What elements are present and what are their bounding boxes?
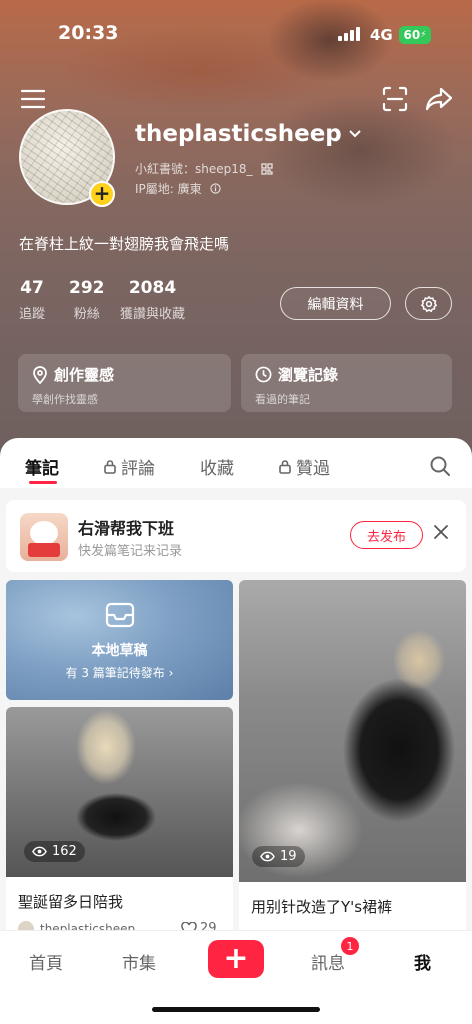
tab-collections[interactable]: 收藏 (200, 454, 234, 479)
post-image[interactable]: 19 (239, 580, 466, 882)
clock-icon (255, 366, 272, 383)
active-tab-indicator (29, 481, 57, 484)
nav-messages[interactable]: 訊息 (311, 949, 345, 974)
post-card-body[interactable]: 聖誕留多日陪我 theplasticsheep 29 (6, 877, 233, 930)
notes-section: 筆記 評論 收藏 贊過 右滑帮我下班 快发篇笔记来记录 去发布 本地草稿 有 3… (0, 438, 472, 930)
card-browse-history[interactable]: 瀏覽記錄 看過的筆記 (241, 354, 452, 412)
nav-home[interactable]: 首頁 (29, 949, 63, 974)
message-badge: 1 (341, 937, 359, 955)
qrcode-icon[interactable] (260, 162, 273, 175)
username[interactable]: theplasticsheep (135, 121, 362, 147)
signal-icon (338, 27, 360, 41)
promo-banner[interactable]: 右滑帮我下班 快发篇笔记来记录 去发布 (6, 500, 466, 572)
post-card-body[interactable]: 用别针改造了Y's裙裤 (239, 882, 466, 930)
profile-tabs: 筆記 評論 收藏 贊過 (0, 438, 472, 488)
battery-icon: 60 ⚡ (399, 26, 431, 44)
status-time: 20:33 (58, 22, 119, 44)
publish-button[interactable]: 去发布 (350, 521, 423, 549)
add-avatar-icon[interactable]: + (89, 181, 115, 207)
network-type: 4G (370, 26, 393, 44)
stat-likes-collections[interactable]: 2084 獲讚與收藏 (120, 278, 185, 322)
lock-icon (279, 460, 291, 474)
post-title: 聖誕留多日陪我 (18, 893, 124, 911)
share-icon[interactable] (424, 84, 454, 114)
stat-following[interactable]: 47 追蹤 (19, 278, 45, 322)
red-id: 小紅書號：sheep18_ (135, 160, 273, 177)
create-post-button[interactable]: + (208, 940, 264, 978)
search-icon[interactable] (429, 455, 451, 481)
tab-comments[interactable]: 評論 (103, 454, 155, 479)
ip-location: IP屬地: 廣東 (135, 180, 221, 197)
view-count: 19 (252, 846, 305, 867)
local-drafts-card[interactable]: 本地草稿 有 3 篇筆記待發布 › (6, 580, 233, 700)
post-author[interactable]: theplasticsheep (18, 921, 135, 930)
tab-notes[interactable]: 筆記 (25, 454, 59, 479)
nav-market[interactable]: 市集 (122, 949, 156, 974)
eye-icon (32, 846, 47, 857)
location-pin-icon (33, 365, 47, 384)
post-image[interactable]: 162 (6, 707, 233, 877)
info-icon[interactable] (210, 183, 221, 194)
close-icon[interactable] (433, 524, 449, 544)
drafts-subtitle: 有 3 篇筆記待發布 › (65, 666, 174, 680)
profile-header: 20:33 4G 60 ⚡ + theplasticsheep 小紅書號：shee… (0, 0, 472, 470)
eye-icon (260, 851, 275, 862)
card-creation-inspiration[interactable]: 創作靈感 學創作找靈感 (18, 354, 231, 412)
promo-title: 右滑帮我下班 (78, 519, 175, 538)
edit-profile-button[interactable]: 編輯資料 (280, 287, 391, 320)
heart-icon (181, 921, 197, 930)
promo-mascot-image (20, 513, 68, 561)
view-count: 162 (24, 841, 85, 862)
promo-subtitle: 快发篇笔记来记录 (78, 544, 183, 559)
avatar (18, 921, 34, 930)
home-indicator[interactable] (152, 1007, 320, 1012)
tab-liked[interactable]: 贊過 (278, 454, 330, 479)
settings-button[interactable] (405, 287, 452, 320)
inbox-icon (105, 602, 135, 632)
scan-icon[interactable] (380, 84, 410, 114)
bio: 在脊柱上紋一對翅膀我會飛走嗎 (19, 235, 230, 253)
menu-icon[interactable] (18, 84, 48, 114)
gear-icon (420, 295, 437, 312)
drafts-title: 本地草稿 (91, 643, 148, 659)
lock-icon (104, 460, 116, 474)
chevron-down-icon (349, 130, 361, 138)
stat-followers[interactable]: 292 粉絲 (69, 278, 105, 322)
like-button[interactable]: 29 (181, 921, 217, 930)
post-title: 用别针改造了Y's裙裤 (251, 898, 393, 916)
nav-me[interactable]: 我 (414, 949, 431, 974)
